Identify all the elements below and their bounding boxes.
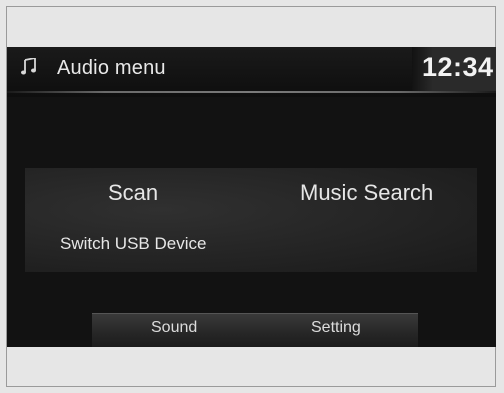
bottom-tab-bar bbox=[92, 313, 418, 347]
scan-button[interactable]: Scan bbox=[108, 180, 158, 206]
music-search-button[interactable]: Music Search bbox=[300, 180, 433, 206]
music-note-icon bbox=[21, 56, 37, 76]
sound-button[interactable]: Sound bbox=[151, 319, 197, 337]
header-bar: Audio menu 12:34 bbox=[7, 47, 496, 97]
setting-button[interactable]: Setting bbox=[311, 319, 361, 337]
clock: 12:34 bbox=[422, 52, 494, 82]
page-title: Audio menu bbox=[57, 57, 166, 79]
header-divider bbox=[7, 91, 496, 93]
switch-usb-device-button[interactable]: Switch USB Device bbox=[60, 234, 206, 254]
